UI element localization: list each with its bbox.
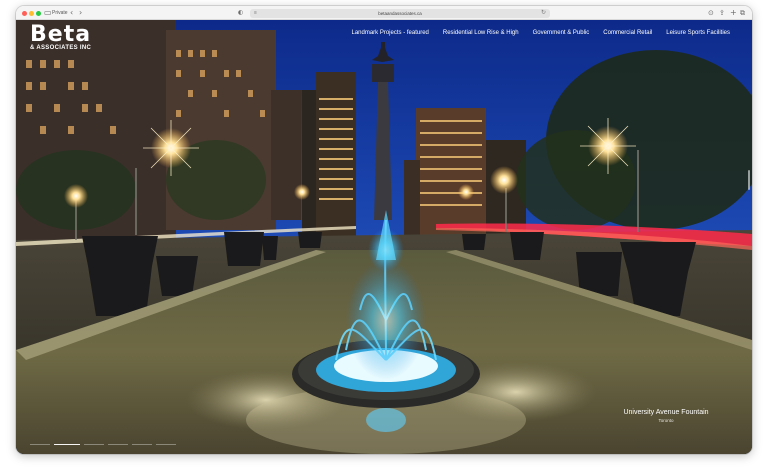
nav-landmark-projects[interactable]: Landmark Projects - featured (352, 30, 429, 36)
new-tab-icon[interactable]: + (730, 8, 737, 18)
privacy-report-icon[interactable]: ◐ (238, 8, 243, 18)
slide-caption: University Avenue Fountain Toronto (616, 408, 716, 424)
nav-government-public[interactable]: Government & Public (533, 30, 590, 36)
nav-residential[interactable]: Residential Low Rise & High (443, 30, 519, 36)
tab-overview-icon[interactable]: ⧉ (740, 8, 745, 18)
chevron-right-icon[interactable]: › (79, 8, 82, 18)
slide-tick[interactable] (108, 444, 128, 445)
address-bar[interactable]: ≡ betaandassociates.ca ↻ (250, 8, 550, 18)
slide-tick[interactable] (84, 444, 104, 445)
close-window-button[interactable] (22, 10, 27, 16)
url-text: betaandassociates.ca (378, 10, 422, 16)
slide-tick[interactable] (156, 444, 176, 445)
slide-tick[interactable] (30, 444, 50, 445)
minimize-window-button[interactable] (29, 10, 34, 16)
slide-progress (30, 444, 176, 445)
slide-caption-subtitle: Toronto (658, 418, 674, 423)
share-icon[interactable]: ⇪ (719, 8, 725, 18)
slide-tick[interactable] (54, 444, 80, 445)
reload-icon[interactable]: ↻ (541, 9, 546, 18)
logo-subtitle: & ASSOCIATES INC (30, 45, 92, 51)
page-settings-icon[interactable]: ≡ (254, 9, 257, 18)
scrollbar[interactable] (748, 170, 750, 190)
download-icon[interactable]: ⊙ (708, 8, 714, 18)
main-nav: Landmark Projects - featured Residential… (352, 30, 731, 36)
browser-toolbar: ▭ Private ‹ › ◐ ≡ betaandassociates.ca ↻… (16, 6, 752, 20)
slide-caption-title: University Avenue Fountain (623, 409, 709, 416)
nav-commercial-retail[interactable]: Commercial Retail (603, 30, 652, 36)
hero-photo (16, 20, 752, 454)
nav-leisure-sports[interactable]: Leisure Sports Facilities (666, 30, 730, 36)
chevron-left-icon[interactable]: ‹ (70, 8, 73, 18)
slide-tick[interactable] (132, 444, 152, 445)
browser-window: ▭ Private ‹ › ◐ ≡ betaandassociates.ca ↻… (16, 6, 752, 454)
logo-wordmark: Beta (30, 22, 92, 47)
zoom-window-button[interactable] (36, 10, 41, 16)
hero-slideshow[interactable]: Beta & ASSOCIATES INC Landmark Projects … (16, 20, 752, 454)
private-tab-label: Private (52, 10, 68, 16)
sidebar-icon[interactable]: ▭ (44, 8, 52, 18)
site-logo[interactable]: Beta & ASSOCIATES INC (30, 24, 91, 52)
